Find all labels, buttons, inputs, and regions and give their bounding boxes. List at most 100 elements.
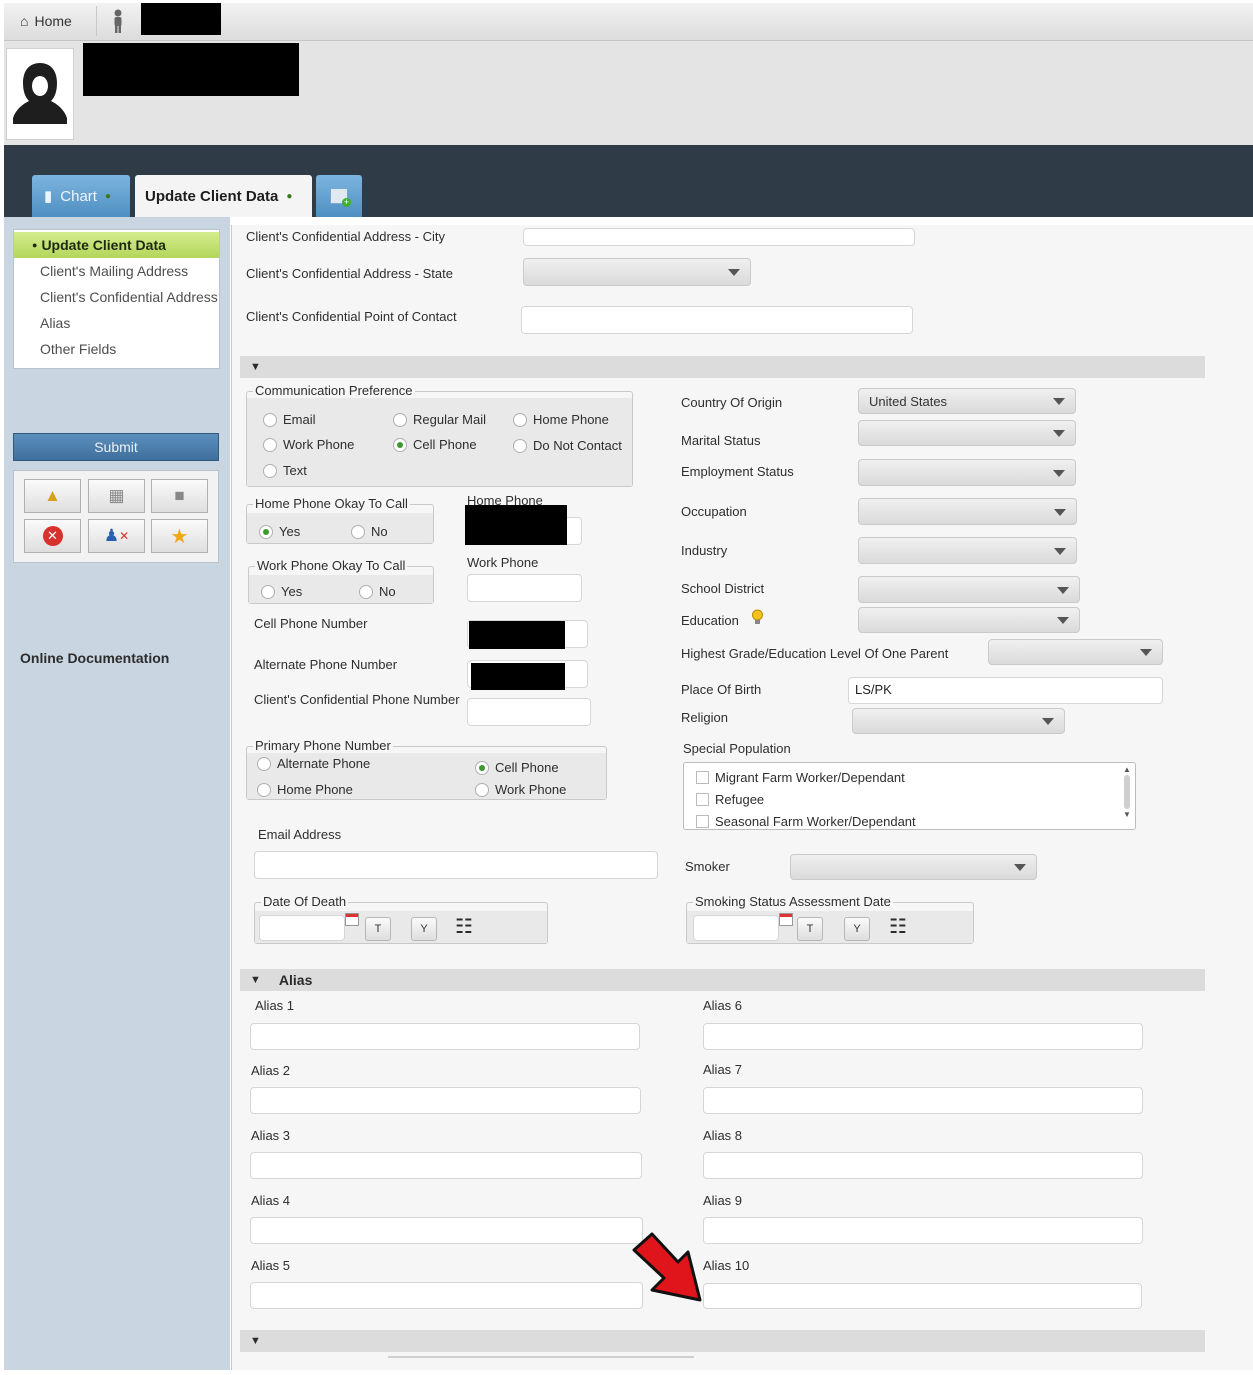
alias-3-input[interactable] xyxy=(250,1152,642,1179)
calendar-icon[interactable] xyxy=(345,913,359,926)
note-tool-icon[interactable]: ■ xyxy=(151,479,208,513)
alias-6-input[interactable] xyxy=(703,1023,1143,1050)
date-of-death-input[interactable] xyxy=(259,915,345,941)
pin-icon[interactable]: ● xyxy=(105,191,111,202)
alias-section-bar[interactable]: ▼ Alias xyxy=(240,969,1205,991)
scroll-up-icon[interactable]: ▲ xyxy=(1121,765,1133,774)
home-ok-yes[interactable]: Yes xyxy=(259,524,300,539)
confidential-phone-input[interactable] xyxy=(467,698,591,726)
religion-select[interactable] xyxy=(852,708,1065,734)
email-input[interactable] xyxy=(254,851,658,879)
today-button[interactable]: T xyxy=(365,917,391,941)
radio-dot[interactable] xyxy=(257,756,271,771)
radio-dot[interactable] xyxy=(263,437,277,452)
radio-dot-selected[interactable] xyxy=(475,760,489,775)
work-ok-yes[interactable]: Yes xyxy=(261,584,302,599)
radio-dot[interactable] xyxy=(513,412,527,427)
scroll-down-icon[interactable]: ▼ xyxy=(1121,810,1133,819)
alias-10-input[interactable] xyxy=(703,1283,1142,1309)
radio-regular-mail[interactable]: Regular Mail xyxy=(393,412,486,427)
home-ok-no[interactable]: No xyxy=(351,524,388,539)
marital-select[interactable] xyxy=(858,420,1076,446)
collapse-icon[interactable]: ▼ xyxy=(250,361,261,373)
nav-item-mailing-address[interactable]: Client's Mailing Address xyxy=(14,258,219,284)
nav-item-alias[interactable]: Alias xyxy=(14,310,219,336)
lightbulb-icon[interactable] xyxy=(751,609,764,626)
users-icon[interactable]: ♟ ✕ xyxy=(88,519,145,553)
add-tab-button[interactable]: + xyxy=(316,175,362,217)
state-select[interactable] xyxy=(523,258,751,286)
special-item-migrant[interactable]: Migrant Farm Worker/Dependant xyxy=(696,770,905,785)
section-collapse-bar[interactable]: ▼ xyxy=(240,356,1205,378)
chart-tool-icon[interactable]: ▲ xyxy=(24,479,81,513)
alias-1-input[interactable] xyxy=(250,1023,640,1050)
nav-item-update-client-data[interactable]: ● Update Client Data xyxy=(14,232,219,258)
alias-5-input[interactable] xyxy=(250,1282,643,1309)
grid-tool-icon[interactable]: ▦ xyxy=(88,479,145,513)
cancel-icon[interactable]: ✕ xyxy=(24,519,81,553)
alias-2-input[interactable] xyxy=(250,1087,641,1114)
school-select[interactable] xyxy=(858,576,1080,603)
nav-item-confidential-address[interactable]: Client's Confidential Address xyxy=(14,284,219,310)
radio-dot[interactable] xyxy=(257,782,271,797)
alias-8-input[interactable] xyxy=(703,1152,1143,1179)
radio-dot[interactable] xyxy=(263,412,277,427)
tab-chart[interactable]: ▮ Chart ● xyxy=(32,175,130,217)
special-item-seasonal[interactable]: Seasonal Farm Worker/Dependant xyxy=(696,814,916,829)
work-phone-input[interactable] xyxy=(467,574,582,602)
radio-email[interactable]: Email xyxy=(263,412,316,427)
place-of-birth-input[interactable]: LS/PK xyxy=(848,677,1163,704)
nav-item-other-fields[interactable]: Other Fields xyxy=(14,336,219,362)
radio-home-phone[interactable]: Home Phone xyxy=(513,412,609,427)
radio-dot[interactable] xyxy=(351,524,365,539)
star-icon[interactable]: ★ xyxy=(151,519,208,553)
special-item-refugee[interactable]: Refugee xyxy=(696,792,764,807)
checkbox[interactable] xyxy=(696,771,709,784)
yesterday-button[interactable]: Y xyxy=(411,917,437,941)
increment-icon[interactable]: ☷ xyxy=(889,915,907,939)
bottom-section-bar[interactable]: ▼ xyxy=(240,1330,1205,1352)
radio-cell-phone[interactable]: Cell Phone xyxy=(393,437,477,452)
occupation-select[interactable] xyxy=(858,498,1077,525)
radio-dot-selected[interactable] xyxy=(259,524,273,539)
alias-9-input[interactable] xyxy=(703,1217,1143,1244)
increment-icon[interactable]: ☷ xyxy=(455,915,473,939)
checkbox[interactable] xyxy=(696,815,709,828)
radio-dot[interactable] xyxy=(513,438,527,453)
city-input[interactable] xyxy=(523,228,915,246)
online-documentation-link[interactable]: Online Documentation xyxy=(20,650,169,666)
contact-input[interactable] xyxy=(521,306,913,334)
horizontal-scrollbar[interactable] xyxy=(388,1356,694,1358)
radio-work-phone[interactable]: Work Phone xyxy=(263,437,354,452)
checkbox[interactable] xyxy=(696,793,709,806)
submit-button[interactable]: Submit xyxy=(13,433,219,461)
industry-select[interactable] xyxy=(858,537,1077,564)
country-select[interactable]: United States xyxy=(858,388,1076,414)
person-icon[interactable] xyxy=(108,8,128,34)
primary-alternate-phone[interactable]: Alternate Phone xyxy=(257,756,370,771)
primary-home-phone[interactable]: Home Phone xyxy=(257,782,353,797)
education-select[interactable] xyxy=(858,607,1080,633)
radio-dot[interactable] xyxy=(263,463,277,478)
radio-dot[interactable] xyxy=(475,782,489,797)
calendar-icon[interactable] xyxy=(779,913,793,926)
collapse-icon[interactable]: ▼ xyxy=(250,974,261,986)
radio-text[interactable]: Text xyxy=(263,463,307,478)
primary-work-phone[interactable]: Work Phone xyxy=(475,782,566,797)
smoker-select[interactable] xyxy=(790,854,1037,880)
scroll-thumb[interactable] xyxy=(1124,775,1130,809)
employment-select[interactable] xyxy=(858,459,1076,486)
alias-4-input[interactable] xyxy=(250,1217,643,1244)
list-scrollbar[interactable]: ▲ ▼ xyxy=(1121,765,1133,827)
radio-dot[interactable] xyxy=(359,584,373,599)
radio-do-not-contact[interactable]: Do Not Contact xyxy=(513,438,622,453)
yesterday-button[interactable]: Y xyxy=(844,917,870,941)
radio-dot[interactable] xyxy=(261,584,275,599)
collapse-icon[interactable]: ▼ xyxy=(250,1335,261,1347)
alias-7-input[interactable] xyxy=(703,1087,1143,1114)
work-ok-no[interactable]: No xyxy=(359,584,396,599)
pin-icon[interactable]: ● xyxy=(286,191,292,202)
today-button[interactable]: T xyxy=(797,917,823,941)
radio-dot-selected[interactable] xyxy=(393,437,407,452)
highest-grade-select[interactable] xyxy=(988,639,1163,665)
